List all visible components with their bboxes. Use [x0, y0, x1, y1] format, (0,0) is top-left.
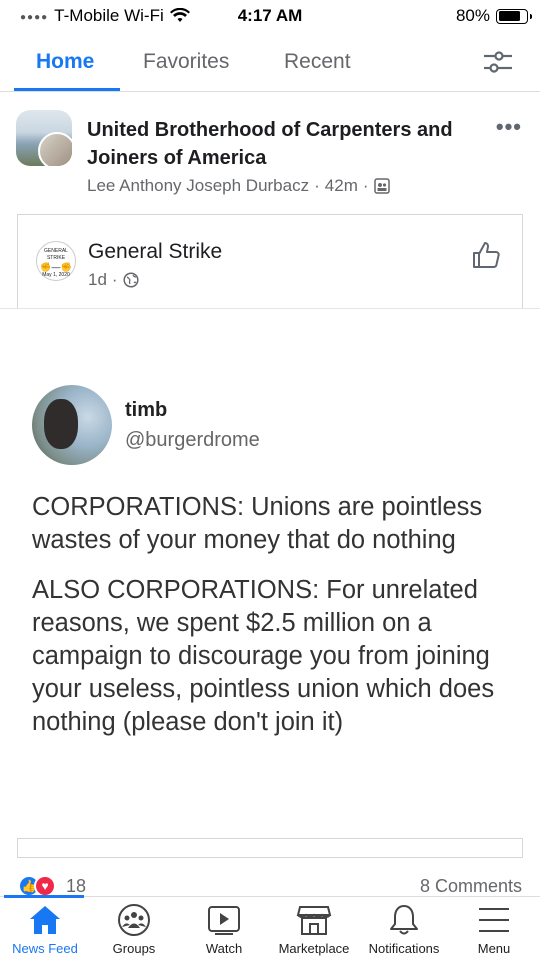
shared-separator: · — [111, 270, 118, 289]
post-header: United Brotherhood of Carpenters and Joi… — [0, 100, 540, 210]
home-icon — [30, 906, 60, 934]
nav-marketplace[interactable]: Marketplace — [269, 903, 359, 956]
post-meta: Lee Anthony Joseph Durbacz · 42m · — [87, 176, 390, 196]
avatar-text-bottom: May 1, 2020 — [42, 272, 70, 278]
author-avatar[interactable] — [38, 132, 72, 166]
active-tab-indicator — [14, 88, 120, 91]
shared-time: 1d — [88, 270, 107, 289]
status-bar: ●●●● T-Mobile Wi-Fi 4:17 AM 80% — [0, 0, 540, 32]
bell-icon — [390, 905, 418, 935]
watch-icon — [208, 906, 240, 935]
fist-icon: ✊—✊ — [40, 262, 72, 272]
nav-watch[interactable]: Watch — [179, 903, 269, 956]
nav-label-news-feed: News Feed — [12, 941, 78, 956]
shared-card-bottom — [17, 838, 523, 858]
like-icon[interactable] — [470, 239, 502, 271]
battery-percent: 80% — [455, 6, 490, 25]
nav-label-groups: Groups — [112, 941, 156, 956]
tweet-paragraph-2: ALSO CORPORATIONS: For unrelated reasons… — [32, 576, 495, 736]
tab-recent[interactable]: Recent — [284, 50, 351, 74]
nav-groups[interactable]: Groups — [89, 903, 179, 956]
reaction-icons[interactable]: 👍 ♥ — [18, 875, 56, 897]
tab-home[interactable]: Home — [36, 50, 94, 74]
group-audience-icon — [373, 178, 390, 194]
group-name[interactable]: United Brotherhood of Carpenters and Joi… — [87, 116, 497, 172]
author-name[interactable]: Lee Anthony Joseph Durbacz — [87, 176, 309, 196]
reaction-count[interactable]: 18 — [66, 876, 86, 897]
post-image[interactable]: timb @burgerdrome CORPORATIONS: Unions a… — [0, 308, 540, 838]
shared-post-card[interactable]: GENERAL STRIKE ✊—✊ May 1, 2020 General S… — [17, 214, 523, 310]
shared-page-avatar[interactable]: GENERAL STRIKE ✊—✊ May 1, 2020 — [36, 241, 76, 281]
post-time: 42m — [324, 176, 358, 195]
tweet-paragraph-1: CORPORATIONS: Unions are pointless waste… — [32, 493, 483, 554]
meta-separator-2: · — [362, 176, 369, 195]
active-nav-indicator — [4, 895, 84, 898]
nav-label-menu: Menu — [477, 941, 511, 956]
tweet-avatar — [32, 385, 112, 465]
status-right: 80% — [455, 6, 532, 26]
group-avatar[interactable] — [16, 110, 72, 166]
tweet-handle: @burgerdrome — [125, 429, 260, 451]
shared-page-name[interactable]: General Strike — [88, 240, 222, 264]
shared-meta: 1d · — [88, 270, 139, 290]
comment-count[interactable]: 8 Comments — [420, 876, 522, 897]
battery-icon — [496, 8, 532, 24]
filter-settings-icon[interactable] — [482, 48, 514, 76]
more-options-icon[interactable]: ••• — [496, 114, 522, 140]
menu-icon — [479, 908, 509, 932]
tweet-display-name: timb — [125, 399, 168, 421]
nav-label-watch: Watch — [205, 941, 243, 956]
groups-icon — [118, 904, 150, 936]
meta-separator: · — [314, 176, 320, 195]
avatar-text-top: GENERAL STRIKE — [44, 248, 68, 261]
nav-menu[interactable]: Menu — [449, 903, 539, 956]
bottom-nav: News Feed Groups Watch Marketplace Notif… — [0, 895, 540, 960]
nav-label-marketplace: Marketplace — [278, 941, 350, 956]
globe-icon — [123, 272, 139, 288]
nav-news-feed[interactable]: News Feed — [0, 903, 90, 956]
tab-favorites[interactable]: Favorites — [143, 50, 229, 74]
feed-tabs: Home Favorites Recent — [0, 36, 540, 92]
love-reaction-icon: ♥ — [34, 875, 56, 897]
person-silhouette — [44, 399, 78, 449]
nav-notifications[interactable]: Notifications — [359, 903, 449, 956]
nav-label-notifications: Notifications — [368, 941, 440, 956]
marketplace-icon — [296, 906, 332, 935]
